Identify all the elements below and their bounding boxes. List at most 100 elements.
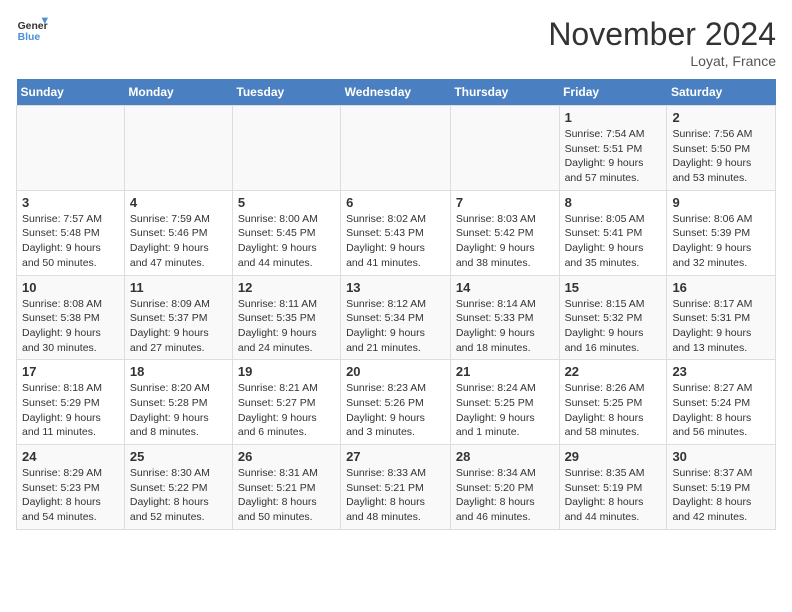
- day-info: Sunrise: 8:27 AM Sunset: 5:24 PM Dayligh…: [672, 381, 770, 440]
- day-info: Sunrise: 8:26 AM Sunset: 5:25 PM Dayligh…: [565, 381, 662, 440]
- day-number: 29: [565, 449, 662, 464]
- day-info: Sunrise: 7:57 AM Sunset: 5:48 PM Dayligh…: [22, 212, 119, 271]
- calendar-cell: 30 Sunrise: 8:37 AM Sunset: 5:19 PM Dayli…: [667, 445, 776, 530]
- day-number: 17: [22, 364, 119, 379]
- day-info: Sunrise: 8:15 AM Sunset: 5:32 PM Dayligh…: [565, 297, 662, 356]
- day-number: 28: [456, 449, 554, 464]
- day-number: 18: [130, 364, 227, 379]
- day-number: 19: [238, 364, 335, 379]
- calendar-cell: 2Sunrise: 7:56 AM Sunset: 5:50 PM Daylig…: [667, 106, 776, 191]
- day-number: 15: [565, 280, 662, 295]
- day-number: 5: [238, 195, 335, 210]
- calendar-cell: [341, 106, 451, 191]
- calendar-cell: 5 Sunrise: 8:00 AM Sunset: 5:45 PM Daylig…: [232, 190, 340, 275]
- calendar-cell: 23 Sunrise: 8:27 AM Sunset: 5:24 PM Dayli…: [667, 360, 776, 445]
- logo-icon: General Blue: [16, 16, 48, 44]
- calendar-cell: 8 Sunrise: 8:05 AM Sunset: 5:41 PM Daylig…: [559, 190, 667, 275]
- calendar-cell: 19 Sunrise: 8:21 AM Sunset: 5:27 PM Dayli…: [232, 360, 340, 445]
- calendar-cell: 21 Sunrise: 8:24 AM Sunset: 5:25 PM Dayli…: [450, 360, 559, 445]
- calendar-cell: 29Sunrise: 8:35 AM Sunset: 5:19 PM Dayli…: [559, 445, 667, 530]
- day-number: 24: [22, 449, 119, 464]
- calendar-week-row: 1Sunrise: 7:54 AM Sunset: 5:51 PM Daylig…: [17, 106, 776, 191]
- page-header: General Blue November 2024 Loyat, France: [16, 16, 776, 69]
- calendar-cell: 25 Sunrise: 8:30 AM Sunset: 5:22 PM Dayli…: [124, 445, 232, 530]
- day-info: Sunrise: 8:09 AM Sunset: 5:37 PM Dayligh…: [130, 297, 227, 356]
- day-info: Sunrise: 8:33 AM Sunset: 5:21 PM Dayligh…: [346, 466, 445, 525]
- calendar-cell: 4 Sunrise: 7:59 AM Sunset: 5:46 PM Daylig…: [124, 190, 232, 275]
- calendar-week-row: 3Sunrise: 7:57 AM Sunset: 5:48 PM Daylig…: [17, 190, 776, 275]
- day-info: Sunrise: 8:37 AM Sunset: 5:19 PM Dayligh…: [672, 466, 770, 525]
- calendar-cell: 18Sunrise: 8:20 AM Sunset: 5:28 PM Dayli…: [124, 360, 232, 445]
- calendar-week-row: 10Sunrise: 8:08 AM Sunset: 5:38 PM Dayli…: [17, 275, 776, 360]
- day-info: Sunrise: 7:56 AM Sunset: 5:50 PM Dayligh…: [672, 127, 770, 186]
- day-info: Sunrise: 8:29 AM Sunset: 5:23 PM Dayligh…: [22, 466, 119, 525]
- calendar-cell: 22 Sunrise: 8:26 AM Sunset: 5:25 PM Dayli…: [559, 360, 667, 445]
- day-number: 30: [672, 449, 770, 464]
- day-number: 12: [238, 280, 335, 295]
- svg-text:Blue: Blue: [18, 32, 41, 43]
- day-number: 23: [672, 364, 770, 379]
- day-info: Sunrise: 8:24 AM Sunset: 5:25 PM Dayligh…: [456, 381, 554, 440]
- calendar-cell: 7Sunrise: 8:03 AM Sunset: 5:42 PM Daylig…: [450, 190, 559, 275]
- calendar-cell: 3Sunrise: 7:57 AM Sunset: 5:48 PM Daylig…: [17, 190, 125, 275]
- day-number: 9: [672, 195, 770, 210]
- day-number: 6: [346, 195, 445, 210]
- calendar-cell: 27 Sunrise: 8:33 AM Sunset: 5:21 PM Dayli…: [341, 445, 451, 530]
- day-info: Sunrise: 8:34 AM Sunset: 5:20 PM Dayligh…: [456, 466, 554, 525]
- calendar-cell: 11 Sunrise: 8:09 AM Sunset: 5:37 PM Dayli…: [124, 275, 232, 360]
- day-number: 27: [346, 449, 445, 464]
- day-info: Sunrise: 8:02 AM Sunset: 5:43 PM Dayligh…: [346, 212, 445, 271]
- calendar-cell: 9 Sunrise: 8:06 AM Sunset: 5:39 PM Daylig…: [667, 190, 776, 275]
- day-number: 13: [346, 280, 445, 295]
- header-day-wednesday: Wednesday: [341, 79, 451, 106]
- day-number: 16: [672, 280, 770, 295]
- day-info: Sunrise: 8:08 AM Sunset: 5:38 PM Dayligh…: [22, 297, 119, 356]
- calendar-cell: [17, 106, 125, 191]
- day-info: Sunrise: 8:17 AM Sunset: 5:31 PM Dayligh…: [672, 297, 770, 356]
- day-info: Sunrise: 8:18 AM Sunset: 5:29 PM Dayligh…: [22, 381, 119, 440]
- day-number: 11: [130, 280, 227, 295]
- header-day-tuesday: Tuesday: [232, 79, 340, 106]
- calendar-cell: 15 Sunrise: 8:15 AM Sunset: 5:32 PM Dayli…: [559, 275, 667, 360]
- day-number: 7: [456, 195, 554, 210]
- calendar-week-row: 17 Sunrise: 8:18 AM Sunset: 5:29 PM Dayli…: [17, 360, 776, 445]
- day-info: Sunrise: 8:23 AM Sunset: 5:26 PM Dayligh…: [346, 381, 445, 440]
- header-day-saturday: Saturday: [667, 79, 776, 106]
- day-info: Sunrise: 8:11 AM Sunset: 5:35 PM Dayligh…: [238, 297, 335, 356]
- day-info: Sunrise: 8:05 AM Sunset: 5:41 PM Dayligh…: [565, 212, 662, 271]
- calendar-cell: 13Sunrise: 8:12 AM Sunset: 5:34 PM Dayli…: [341, 275, 451, 360]
- day-number: 21: [456, 364, 554, 379]
- day-info: Sunrise: 8:00 AM Sunset: 5:45 PM Dayligh…: [238, 212, 335, 271]
- day-number: 20: [346, 364, 445, 379]
- day-info: Sunrise: 8:06 AM Sunset: 5:39 PM Dayligh…: [672, 212, 770, 271]
- location: Loyat, France: [548, 53, 776, 69]
- logo: General Blue: [16, 16, 48, 44]
- day-number: 4: [130, 195, 227, 210]
- day-number: 1: [565, 110, 662, 125]
- day-info: Sunrise: 7:59 AM Sunset: 5:46 PM Dayligh…: [130, 212, 227, 271]
- header-day-friday: Friday: [559, 79, 667, 106]
- day-info: Sunrise: 8:14 AM Sunset: 5:33 PM Dayligh…: [456, 297, 554, 356]
- calendar-cell: 20 Sunrise: 8:23 AM Sunset: 5:26 PM Dayli…: [341, 360, 451, 445]
- calendar-cell: 26 Sunrise: 8:31 AM Sunset: 5:21 PM Dayli…: [232, 445, 340, 530]
- calendar-table: SundayMondayTuesdayWednesdayThursdayFrid…: [16, 79, 776, 530]
- day-info: Sunrise: 8:30 AM Sunset: 5:22 PM Dayligh…: [130, 466, 227, 525]
- calendar-cell: [450, 106, 559, 191]
- calendar-cell: [124, 106, 232, 191]
- calendar-cell: 1Sunrise: 7:54 AM Sunset: 5:51 PM Daylig…: [559, 106, 667, 191]
- day-number: 8: [565, 195, 662, 210]
- day-number: 26: [238, 449, 335, 464]
- day-number: 14: [456, 280, 554, 295]
- day-number: 25: [130, 449, 227, 464]
- calendar-cell: 28 Sunrise: 8:34 AM Sunset: 5:20 PM Dayli…: [450, 445, 559, 530]
- calendar-cell: 6 Sunrise: 8:02 AM Sunset: 5:43 PM Daylig…: [341, 190, 451, 275]
- calendar-cell: 16 Sunrise: 8:17 AM Sunset: 5:31 PM Dayli…: [667, 275, 776, 360]
- svg-text:General: General: [18, 21, 48, 32]
- calendar-cell: 12 Sunrise: 8:11 AM Sunset: 5:35 PM Dayli…: [232, 275, 340, 360]
- day-number: 22: [565, 364, 662, 379]
- calendar-cell: 14 Sunrise: 8:14 AM Sunset: 5:33 PM Dayli…: [450, 275, 559, 360]
- calendar-cell: 10Sunrise: 8:08 AM Sunset: 5:38 PM Dayli…: [17, 275, 125, 360]
- day-info: Sunrise: 8:21 AM Sunset: 5:27 PM Dayligh…: [238, 381, 335, 440]
- header-day-monday: Monday: [124, 79, 232, 106]
- day-info: Sunrise: 8:31 AM Sunset: 5:21 PM Dayligh…: [238, 466, 335, 525]
